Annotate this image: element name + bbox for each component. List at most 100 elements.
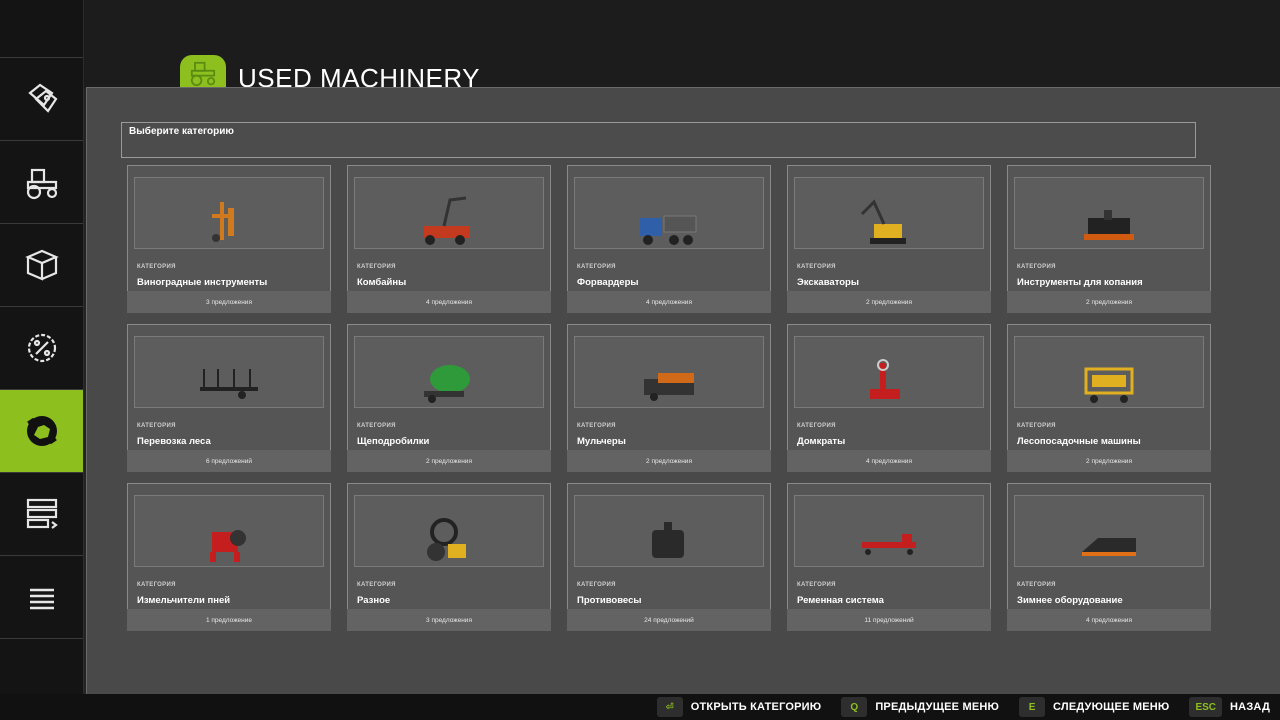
digging-tool-icon xyxy=(1084,210,1134,240)
offers-count: 24 предложений xyxy=(567,609,771,631)
category-image xyxy=(1014,336,1204,408)
category-image xyxy=(354,177,544,249)
category-name: Инструменты для копания xyxy=(1017,277,1143,288)
category-kicker: КАТЕГОРИЯ xyxy=(357,423,396,429)
offers-count: 2 предложения xyxy=(787,291,991,313)
category-kicker: КАТЕГОРИЯ xyxy=(797,423,836,429)
offers-count: 4 предложения xyxy=(1007,609,1211,631)
category-name: Экскаваторы xyxy=(797,277,859,288)
vineyard-tool-icon xyxy=(212,202,234,242)
sidebar xyxy=(0,0,84,694)
category-kicker: КАТЕГОРИЯ xyxy=(577,582,616,588)
hint-open-category[interactable]: ⏎ ОТКРЫТЬ КАТЕГОРИЮ xyxy=(656,697,822,717)
category-image xyxy=(1014,177,1204,249)
category-card[interactable]: КАТЕГОРИЯ Зимнее оборудование 4 предложе… xyxy=(1007,483,1211,631)
category-kicker: КАТЕГОРИЯ xyxy=(137,582,176,588)
category-card[interactable]: КАТЕГОРИЯ Щеподробилки 2 предложения xyxy=(347,324,551,472)
category-image xyxy=(794,336,984,408)
category-image xyxy=(574,177,764,249)
category-grid: КАТЕГОРИЯ Виноградные инструменты 3 пред… xyxy=(127,165,1211,631)
category-name: Зимнее оборудование xyxy=(1017,595,1123,606)
offers-count: 6 предложений xyxy=(127,450,331,472)
category-name: Ременная система xyxy=(797,595,884,606)
category-kicker: КАТЕГОРИЯ xyxy=(357,264,396,270)
category-card[interactable]: КАТЕГОРИЯ Ременная система 11 предложени… xyxy=(787,483,991,631)
offers-count: 4 предложения xyxy=(787,450,991,472)
offers-count: 1 предложение xyxy=(127,609,331,631)
category-card[interactable]: КАТЕГОРИЯ Измельчители пней 1 предложени… xyxy=(127,483,331,631)
category-card[interactable]: КАТЕГОРИЯ Комбайны 4 предложения xyxy=(347,165,551,313)
offers-count: 4 предложения xyxy=(347,291,551,313)
category-image xyxy=(574,495,764,567)
tree-planter-icon xyxy=(1084,367,1134,403)
category-kicker: КАТЕГОРИЯ xyxy=(357,582,396,588)
sidebar-top-spacer xyxy=(0,0,83,58)
category-image xyxy=(354,336,544,408)
category-card[interactable]: КАТЕГОРИЯ Перевозка леса 6 предложений xyxy=(127,324,331,472)
category-image xyxy=(134,336,324,408)
category-kicker: КАТЕГОРИЯ xyxy=(1017,264,1056,270)
offers-count: 3 предложения xyxy=(127,291,331,313)
harvester-icon xyxy=(424,196,470,245)
hint-label: ОТКРЫТЬ КАТЕГОРИЮ xyxy=(690,701,822,713)
sidebar-item-used-machinery[interactable] xyxy=(0,390,83,473)
category-card[interactable]: КАТЕГОРИЯ Экскаваторы 2 предложения xyxy=(787,165,991,313)
header: USED MACHINERY xyxy=(84,0,1280,93)
hint-previous-menu[interactable]: Q ПРЕДЫДУЩЕЕ МЕНЮ xyxy=(841,697,999,717)
category-name: Измельчители пней xyxy=(137,595,231,606)
used-machinery-icon xyxy=(26,416,57,446)
category-image xyxy=(354,495,544,567)
category-name: Домкраты xyxy=(797,436,846,447)
offers-count: 2 предложения xyxy=(1007,450,1211,472)
category-card[interactable]: КАТЕГОРИЯ Мульчеры 2 предложения xyxy=(567,324,771,472)
belt-system-icon xyxy=(862,534,916,555)
category-kicker: КАТЕГОРИЯ xyxy=(797,582,836,588)
sidebar-item-prices[interactable] xyxy=(0,58,83,141)
snow-plow-icon xyxy=(1082,538,1136,556)
sidebar-item-menu[interactable] xyxy=(0,556,83,639)
price-tags-icon xyxy=(27,83,57,113)
category-name: Комбайны xyxy=(357,277,407,288)
category-image xyxy=(134,177,324,249)
q-key-icon: Q xyxy=(841,697,868,717)
category-kicker: КАТЕГОРИЯ xyxy=(1017,582,1056,588)
category-name: Мульчеры xyxy=(577,436,626,447)
sidebar-item-vehicles[interactable] xyxy=(0,141,83,224)
category-selector[interactable]: Выберите категорию xyxy=(121,122,1196,158)
category-image xyxy=(134,495,324,567)
hint-label: НАЗАД xyxy=(1230,701,1270,713)
category-card[interactable]: КАТЕГОРИЯ Инструменты для копания 2 пред… xyxy=(1007,165,1211,313)
category-kicker: КАТЕГОРИЯ xyxy=(1017,423,1056,429)
category-kicker: КАТЕГОРИЯ xyxy=(137,423,176,429)
hint-back[interactable]: ESC НАЗАД xyxy=(1189,697,1270,717)
list-transfer-icon xyxy=(26,498,58,529)
category-card[interactable]: КАТЕГОРИЯ Лесопосадочные машины 2 предло… xyxy=(1007,324,1211,472)
category-card[interactable]: КАТЕГОРИЯ Виноградные инструменты 3 пред… xyxy=(127,165,331,313)
category-card[interactable]: КАТЕГОРИЯ Форвардеры 4 предложения xyxy=(567,165,771,313)
category-image xyxy=(1014,495,1204,567)
category-card[interactable]: КАТЕГОРИЯ Противовесы 24 предложений xyxy=(567,483,771,631)
offers-count: 11 предложений xyxy=(787,609,991,631)
category-card[interactable]: КАТЕГОРИЯ Разное 3 предложения xyxy=(347,483,551,631)
esc-key-icon: ESC xyxy=(1189,697,1223,717)
category-name: Перевозка леса xyxy=(137,436,211,447)
sidebar-item-sales[interactable] xyxy=(0,307,83,390)
category-name: Противовесы xyxy=(577,595,642,606)
counterweight-icon xyxy=(652,522,684,558)
category-name: Лесопосадочные машины xyxy=(1017,436,1141,447)
sidebar-item-objects[interactable] xyxy=(0,224,83,307)
category-name: Разное xyxy=(357,595,391,606)
sidebar-item-transfers[interactable] xyxy=(0,473,83,556)
hint-next-menu[interactable]: E СЛЕДУЮЩЕЕ МЕНЮ xyxy=(1019,697,1169,717)
offers-count: 3 предложения xyxy=(347,609,551,631)
category-name: Щеподробилки xyxy=(357,436,430,447)
category-image xyxy=(574,336,764,408)
category-kicker: КАТЕГОРИЯ xyxy=(797,264,836,270)
wood-chipper-icon xyxy=(424,365,470,403)
content-panel: Выберите категорию КАТЕГОРИЯ Виноградные… xyxy=(86,87,1280,694)
e-key-icon: E xyxy=(1019,697,1046,717)
category-image xyxy=(794,177,984,249)
category-selector-label: Выберите категорию xyxy=(129,126,234,137)
category-card[interactable]: КАТЕГОРИЯ Домкраты 4 предложения xyxy=(787,324,991,472)
category-name: Виноградные инструменты xyxy=(137,277,268,288)
